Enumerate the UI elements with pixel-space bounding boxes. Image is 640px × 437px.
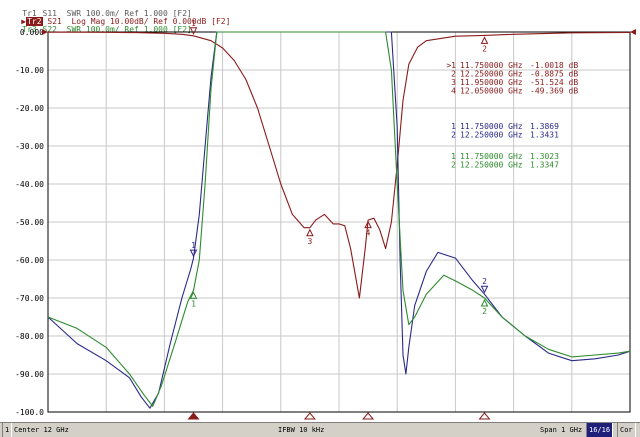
stimulus-marker-icon[interactable] <box>187 412 200 420</box>
marker-s11-1[interactable] <box>189 249 198 258</box>
marker-readout-label: 4 <box>451 87 456 96</box>
y-tick-label: -100.0 <box>15 408 44 417</box>
status-bar: 1 Center 12 GHz IFBW 10 kHz Span 1 GHz 1… <box>0 422 640 437</box>
marker-s21-2[interactable] <box>480 36 489 44</box>
y-tick-label: -40.00 <box>15 180 44 189</box>
reference-level-icon <box>630 29 636 35</box>
marker-label: 1 <box>191 299 196 308</box>
channel-indicator[interactable]: 1 <box>2 423 13 437</box>
marker-label: 2 <box>482 307 487 316</box>
marker-label: 3 <box>307 237 312 246</box>
marker-readout-freq: 12.250000 GHz <box>460 131 523 140</box>
marker-s21-1[interactable] <box>189 27 198 35</box>
marker-readout-label: 2 <box>451 161 456 170</box>
marker-readout-freq: 12.050000 GHz <box>460 87 523 96</box>
y-tick-label: -50.00 <box>15 218 44 227</box>
if-bandwidth[interactable]: IFBW 10 kHz <box>278 423 324 437</box>
stimulus-marker-icon[interactable] <box>303 412 316 420</box>
marker-readout-freq: 12.250000 GHz <box>460 161 523 170</box>
y-tick-label: -30.00 <box>15 142 44 151</box>
span-frequency[interactable]: Span 1 GHz <box>540 423 582 437</box>
correction-status[interactable]: Cor <box>617 423 636 437</box>
marker-label: 1 <box>191 241 196 250</box>
measurement-plot[interactable]: 0.000 -10.00 -20.00 -30.00 -40.00 -50.00 -60.0… <box>0 0 640 422</box>
marker-readout-value: -49.369 dB <box>530 87 578 96</box>
marker-readout-value: 1.3347 <box>530 161 559 170</box>
y-tick-label: -20.00 <box>15 104 44 113</box>
vna-window: Tr1 S11 SWR 100.0m/ Ref 1.000 [F2] ▶Tr2 … <box>0 0 640 437</box>
marker-readout-label: 2 <box>451 131 456 140</box>
marker-label: 2 <box>482 277 487 286</box>
y-tick-label: -60.00 <box>15 256 44 265</box>
marker-readout-value: 1.3431 <box>530 131 559 140</box>
y-tick-label: -80.00 <box>15 332 44 341</box>
y-tick-label: -90.00 <box>15 370 44 379</box>
y-tick-label: -70.00 <box>15 294 44 303</box>
y-tick-label: -10.00 <box>15 66 44 75</box>
center-frequency[interactable]: Center 12 GHz <box>14 423 69 437</box>
y-tick-label: 0.000 <box>20 28 44 37</box>
reference-level-icon <box>42 29 48 35</box>
marker-label: 1 <box>191 19 196 28</box>
marker-s21-3[interactable] <box>306 228 314 237</box>
marker-label: 4 <box>366 229 371 238</box>
stimulus-marker-icon[interactable] <box>478 412 491 420</box>
marker-label: 2 <box>482 44 487 53</box>
stimulus-marker-icon[interactable] <box>362 412 375 420</box>
trace-count: 16/16 <box>586 423 614 437</box>
